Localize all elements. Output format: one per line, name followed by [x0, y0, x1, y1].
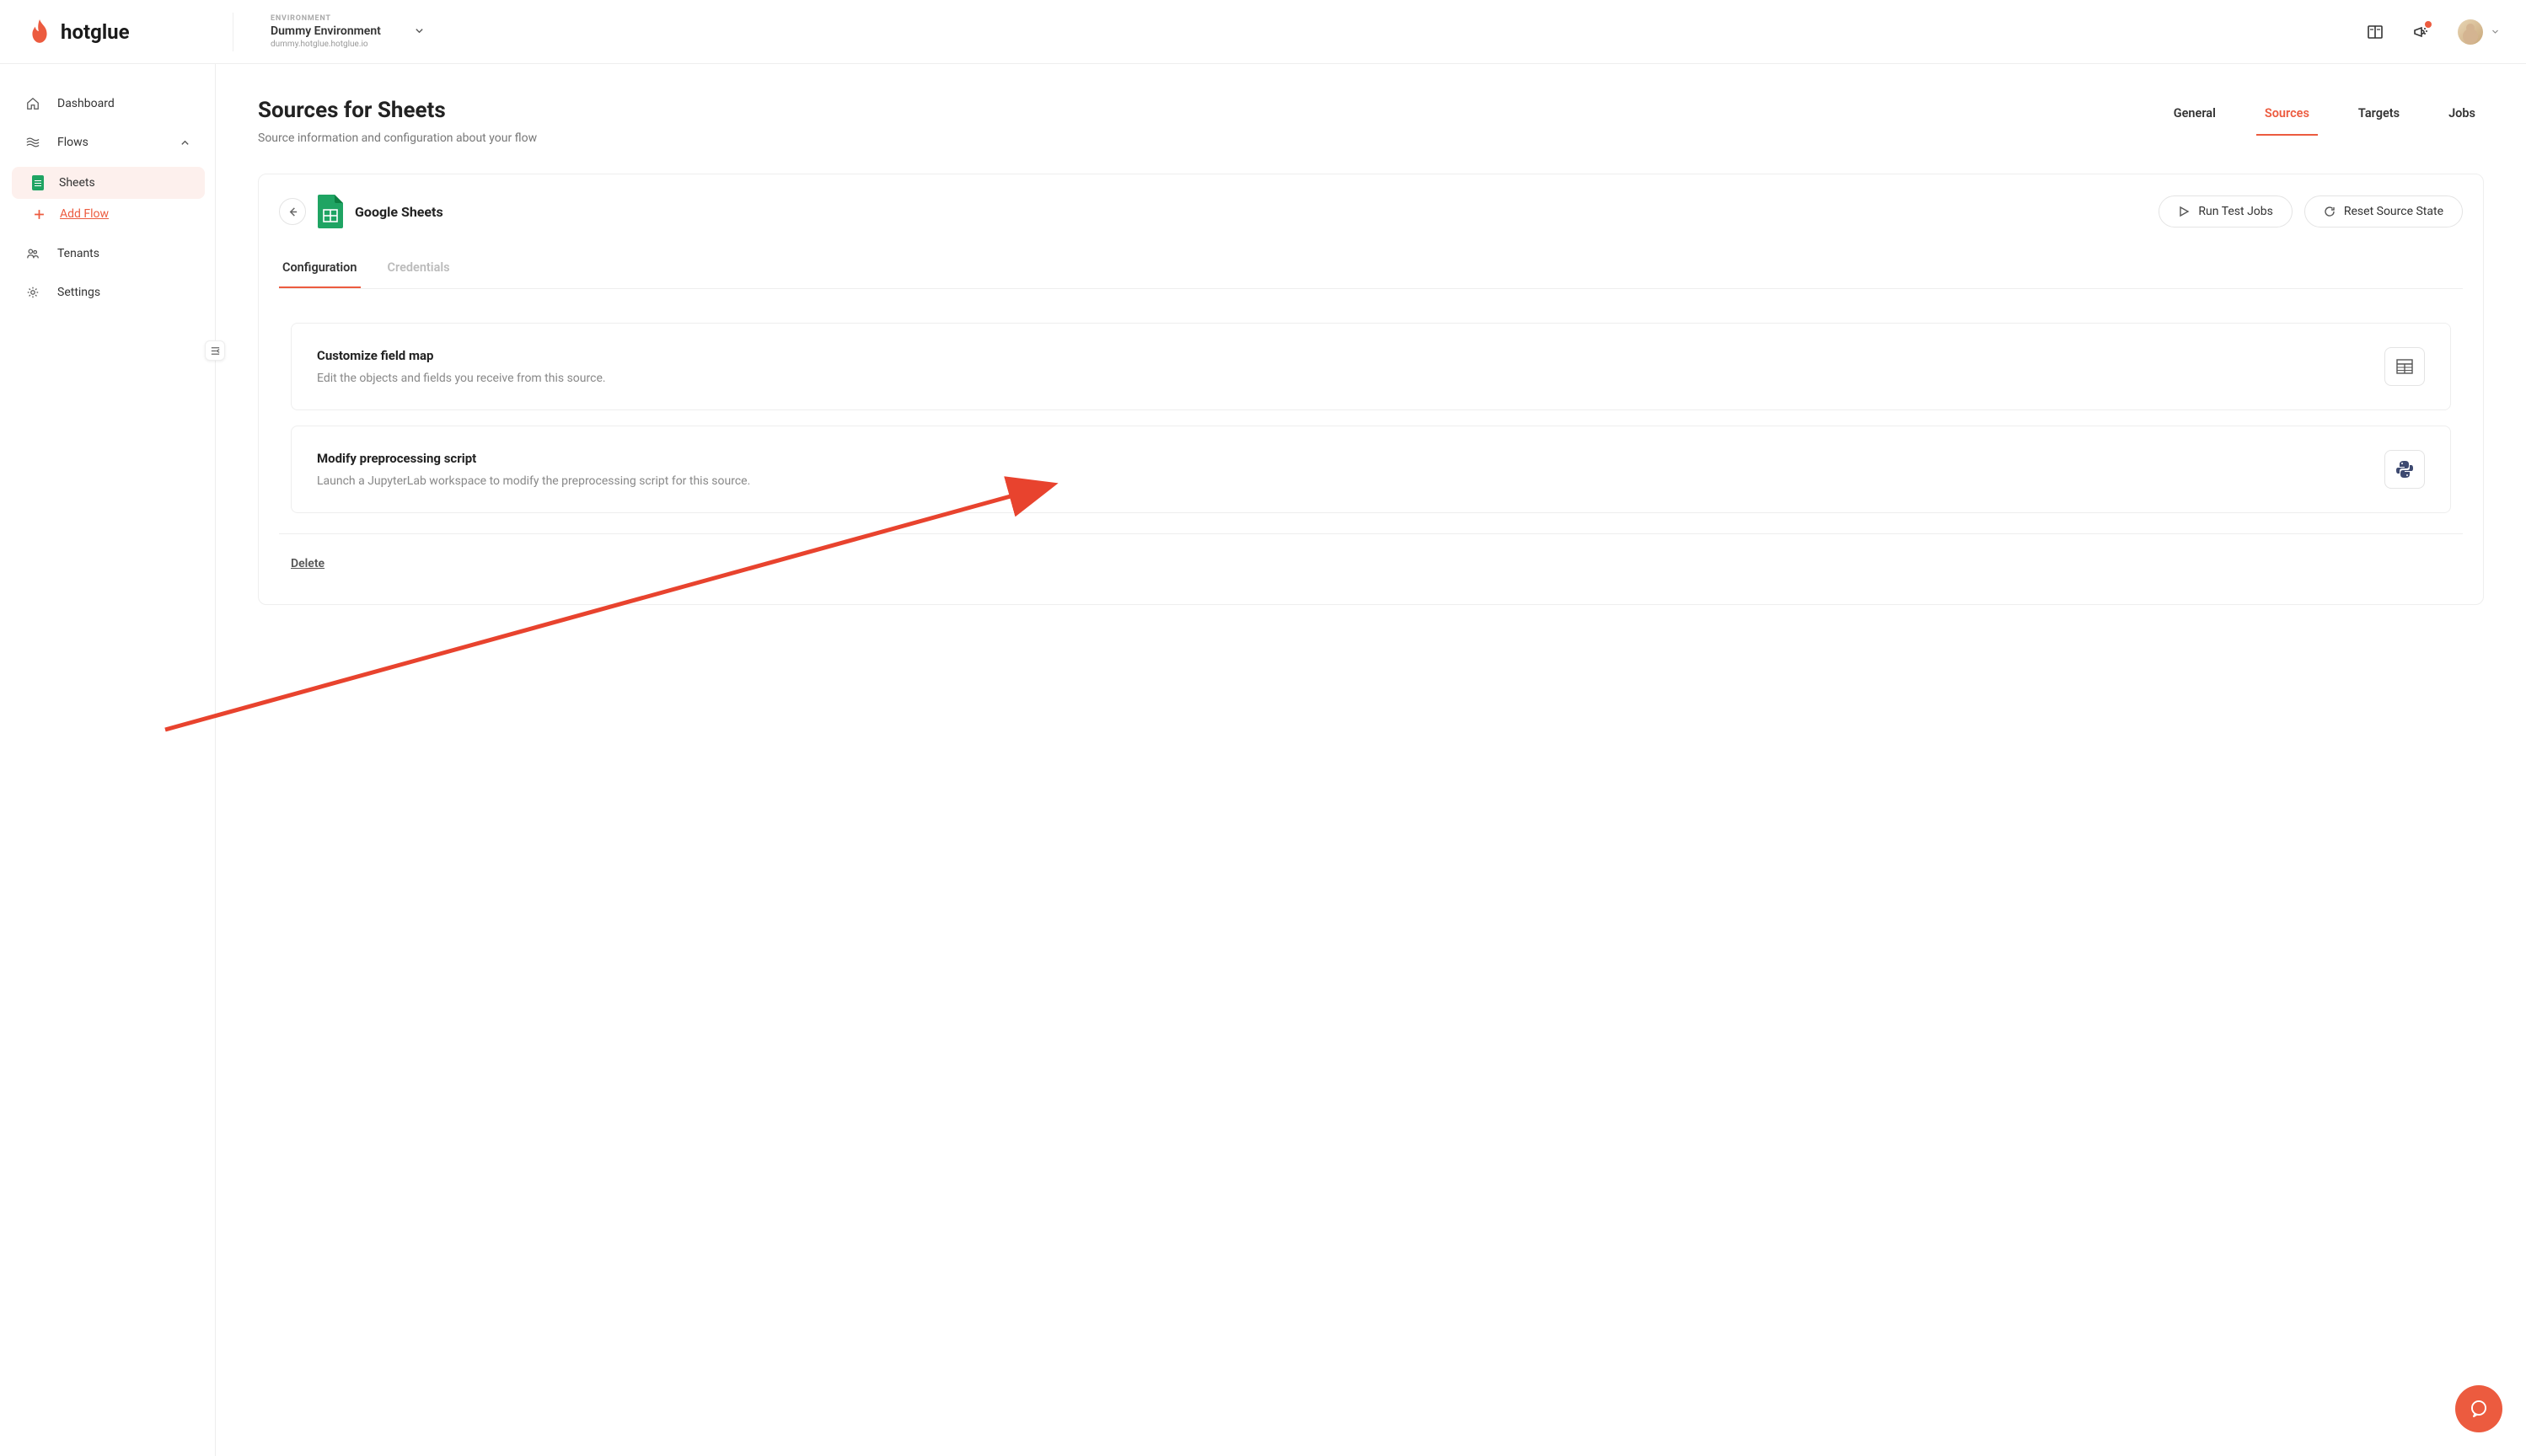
page-header: Sources for Sheets Source information an… [258, 98, 2484, 145]
config-item-field-map: Customize field map Edit the objects and… [291, 323, 2451, 410]
environment-selector[interactable]: ENVIRONMENT Dummy Environment dummy.hotg… [250, 14, 424, 49]
topbar: hotglue ENVIRONMENT Dummy Environment du… [0, 0, 2526, 64]
brand-name: hotglue [61, 20, 130, 44]
sidebar-item-label: Dashboard [57, 97, 115, 110]
chat-fab[interactable] [2455, 1385, 2502, 1432]
source-name: Google Sheets [355, 204, 443, 220]
source-card: Google Sheets Run Test Jobs Reset Source… [258, 174, 2484, 605]
main-content: Sources for Sheets Source information an… [216, 64, 2526, 1456]
button-label: Run Test Jobs [2198, 205, 2272, 218]
env-name: Dummy Environment [271, 24, 381, 38]
chevron-up-icon [180, 138, 190, 147]
docs-icon[interactable] [2367, 24, 2384, 40]
config-list: Customize field map Edit the objects and… [279, 323, 2463, 513]
field-map-button[interactable] [2384, 347, 2425, 386]
back-button[interactable] [279, 198, 306, 225]
env-url: dummy.hotglue.hotglue.io [271, 40, 381, 49]
config-title: Modify preprocessing script [317, 451, 750, 466]
sheets-icon [32, 175, 44, 190]
card-header: Google Sheets Run Test Jobs Reset Source… [279, 195, 2463, 228]
tab-configuration[interactable]: Configuration [279, 249, 361, 288]
flows-icon [25, 135, 40, 150]
notification-dot [2425, 21, 2432, 28]
table-icon [2395, 357, 2414, 376]
avatar [2458, 19, 2483, 45]
config-title: Customize field map [317, 348, 606, 363]
sidebar-item-label: Tenants [57, 247, 99, 260]
tab-general[interactable]: General [2165, 98, 2224, 136]
topbar-actions [2367, 19, 2509, 45]
source-tabs: Configuration Credentials [279, 249, 2463, 289]
run-test-jobs-button[interactable]: Run Test Jobs [2159, 195, 2292, 228]
tab-jobs[interactable]: Jobs [2440, 98, 2484, 136]
tenants-icon [25, 246, 40, 261]
play-icon [2178, 206, 2190, 217]
arrow-left-icon [287, 206, 298, 217]
sidebar-item-tenants[interactable]: Tenants [0, 234, 215, 273]
tab-credentials[interactable]: Credentials [384, 249, 453, 288]
sidebar-item-dashboard[interactable]: Dashboard [0, 84, 215, 123]
preprocessing-script-button[interactable] [2384, 450, 2425, 489]
tab-sources[interactable]: Sources [2256, 98, 2318, 136]
sidebar-item-label: Settings [57, 286, 100, 299]
announcements-icon[interactable] [2412, 24, 2429, 40]
env-label: ENVIRONMENT [271, 14, 381, 23]
button-label: Reset Source State [2344, 205, 2443, 218]
home-icon [25, 96, 40, 111]
page-subtitle: Source information and configuration abo… [258, 131, 537, 145]
chevron-down-icon [415, 26, 424, 38]
refresh-icon [2324, 206, 2336, 217]
chat-icon [2469, 1399, 2489, 1419]
config-desc: Edit the objects and fields you receive … [317, 372, 606, 385]
config-item-preprocessing: Modify preprocessing script Launch a Jup… [291, 426, 2451, 513]
add-flow-label: Add Flow [60, 207, 109, 221]
tab-targets[interactable]: Targets [2350, 98, 2408, 136]
reset-source-state-button[interactable]: Reset Source State [2304, 195, 2463, 228]
delete-button[interactable]: Delete [291, 557, 324, 570]
sidebar-item-label: Sheets [59, 176, 95, 190]
sidebar-item-label: Flows [57, 136, 88, 149]
sidebar-item-settings[interactable]: Settings [0, 273, 215, 312]
sidebar-item-flows[interactable]: Flows [0, 123, 215, 162]
chevron-down-icon [2491, 28, 2499, 35]
logo[interactable]: hotglue [29, 19, 216, 45]
flame-icon [29, 19, 51, 45]
config-desc: Launch a JupyterLab workspace to modify … [317, 474, 750, 488]
page-title: Sources for Sheets [258, 98, 537, 123]
plus-icon [34, 209, 45, 220]
user-menu[interactable] [2458, 19, 2499, 45]
sidebar-item-sheets[interactable]: Sheets [12, 167, 205, 199]
gear-icon [25, 285, 40, 300]
delete-row: Delete [279, 533, 2463, 570]
page-tabs: General Sources Targets Jobs [2165, 98, 2484, 136]
add-flow-link[interactable]: Add Flow [12, 199, 205, 229]
google-sheets-icon [318, 195, 343, 228]
sidebar: Dashboard Flows Sheets Add Flow [0, 64, 216, 1456]
python-icon [2395, 459, 2415, 479]
